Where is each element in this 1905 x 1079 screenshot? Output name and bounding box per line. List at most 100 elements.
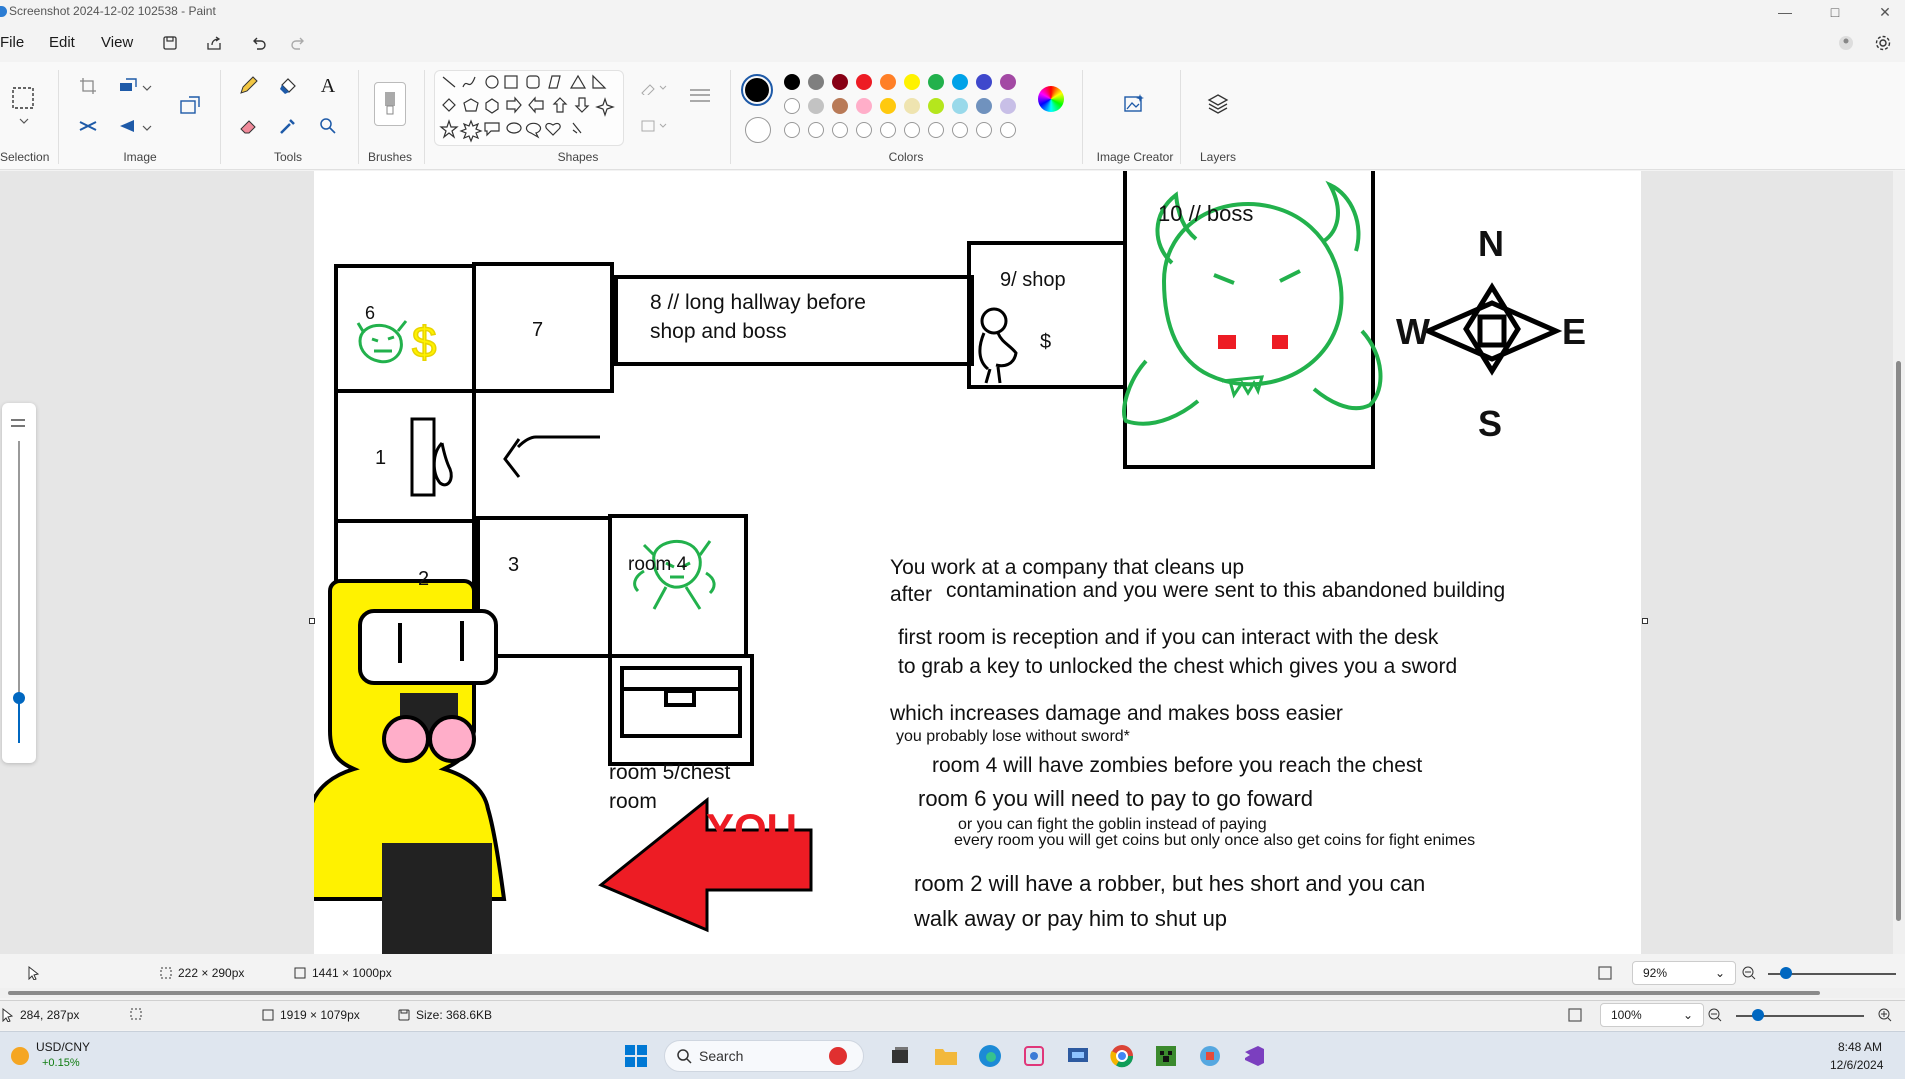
weather-widget[interactable]: USD/CNY +0.15% [6, 1038, 126, 1074]
close-icon[interactable]: ✕ [1870, 2, 1900, 22]
color-swatch[interactable] [952, 98, 968, 114]
color-swatch[interactable] [952, 74, 968, 90]
inner-zoom-select[interactable]: 92% ⌄ [1632, 961, 1736, 985]
magnifier-icon[interactable] [314, 112, 342, 140]
fill-bucket-icon[interactable] [274, 72, 302, 100]
fit-to-window-icon[interactable] [1568, 1008, 1582, 1022]
visual-studio-icon[interactable] [1240, 1042, 1268, 1070]
menu-edit[interactable]: Edit [49, 34, 75, 51]
vertical-scrollbar[interactable] [1893, 171, 1905, 954]
group-label-layers: Layers [1199, 150, 1237, 164]
share-icon[interactable] [201, 31, 227, 55]
scrollbar-thumb[interactable] [1896, 361, 1901, 921]
color-swatch[interactable] [976, 74, 992, 90]
crop-icon[interactable] [74, 72, 102, 100]
color-swatch[interactable] [976, 98, 992, 114]
snipping-tool-icon[interactable] [1020, 1042, 1048, 1070]
inner-zoom-out-icon[interactable] [1742, 966, 1756, 980]
minimize-icon[interactable]: — [1770, 2, 1800, 22]
minecraft-icon[interactable] [1152, 1042, 1180, 1070]
color-swatch[interactable] [832, 98, 848, 114]
edit-colors-icon[interactable] [1038, 86, 1064, 112]
shapes-gallery[interactable] [434, 70, 624, 146]
story-line-12: walk away or pay him to shut up [914, 906, 1228, 931]
menu-view[interactable]: View [101, 34, 133, 51]
zoom-select[interactable]: 100% ⌄ [1600, 1003, 1704, 1027]
menu-file[interactable]: File [0, 34, 24, 51]
line-size-icon[interactable] [686, 82, 714, 110]
color-swatch[interactable] [928, 98, 944, 114]
custom-color-slot[interactable] [952, 122, 968, 138]
account-icon[interactable] [1833, 31, 1859, 55]
story-line-8: room 6 you will need to pay to go foward [918, 786, 1314, 811]
color-swatch[interactable] [1000, 98, 1016, 114]
color-swatch[interactable] [832, 74, 848, 90]
custom-color-slot[interactable] [856, 122, 872, 138]
task-view-icon[interactable] [886, 1042, 914, 1070]
custom-color-slot[interactable] [832, 122, 848, 138]
color-swatch[interactable] [784, 98, 800, 114]
drawing-canvas[interactable]: $ 6 7 8 // long hallway before shop and … [314, 171, 1641, 954]
brush-icon[interactable] [374, 82, 406, 126]
layers-icon[interactable] [1204, 90, 1232, 118]
color-swatch[interactable] [1000, 74, 1016, 90]
color-swatch[interactable] [928, 74, 944, 90]
edge-browser-icon[interactable] [976, 1042, 1004, 1070]
flip-icon[interactable] [114, 112, 142, 140]
custom-color-slot[interactable] [1000, 122, 1016, 138]
zoom-in-icon[interactable] [1878, 1008, 1892, 1022]
color-swatch[interactable] [808, 98, 824, 114]
pencil-icon[interactable] [234, 72, 262, 100]
custom-color-slot[interactable] [976, 122, 992, 138]
roblox-studio-icon[interactable] [1196, 1042, 1224, 1070]
remote-desktop-icon[interactable] [1064, 1042, 1092, 1070]
windows-start-icon[interactable] [622, 1042, 650, 1070]
image-rotate-icon[interactable] [176, 92, 204, 120]
resize-handle-left[interactable] [309, 618, 315, 624]
primary-color-swatch[interactable] [741, 74, 773, 106]
redo-icon[interactable] [285, 31, 311, 55]
custom-color-slot[interactable] [784, 122, 800, 138]
color-swatch[interactable] [904, 74, 920, 90]
resize-handle-right[interactable] [1642, 618, 1648, 624]
selection-dropdown-icon[interactable] [10, 112, 38, 130]
undo-icon[interactable] [246, 31, 272, 55]
color-swatch[interactable] [856, 74, 872, 90]
inner-zoom-knob[interactable] [1780, 967, 1792, 979]
resize-icon[interactable] [114, 72, 142, 100]
inner-fit-to-window-icon[interactable] [1598, 966, 1612, 980]
eraser-icon[interactable] [234, 112, 262, 140]
resize-dropdown-icon[interactable] [140, 74, 154, 102]
outer-zoom-slider[interactable] [2, 403, 36, 763]
color-swatch[interactable] [904, 98, 920, 114]
maximize-icon[interactable]: □ [1820, 2, 1850, 22]
color-picker-icon[interactable] [274, 112, 302, 140]
room-9-label: 9/ shop [1000, 269, 1066, 291]
color-swatch[interactable] [880, 74, 896, 90]
color-swatch[interactable] [856, 98, 872, 114]
custom-color-slot[interactable] [808, 122, 824, 138]
file-explorer-icon[interactable] [932, 1042, 960, 1070]
color-swatch[interactable] [880, 98, 896, 114]
taskbar-search[interactable]: Search [664, 1040, 864, 1072]
image-creator-icon[interactable] [1120, 90, 1148, 118]
color-swatch[interactable] [808, 74, 824, 90]
custom-color-slot[interactable] [928, 122, 944, 138]
horizontal-scrollbar[interactable] [0, 988, 1905, 998]
flip-dropdown-icon[interactable] [140, 114, 154, 142]
text-tool-icon[interactable]: A [314, 72, 342, 100]
color-swatch[interactable] [784, 74, 800, 90]
select-rectangle-icon[interactable] [8, 82, 38, 114]
zoom-knob[interactable] [1752, 1009, 1764, 1021]
shape-outline-icon[interactable] [634, 74, 674, 102]
shape-fill-icon[interactable] [634, 112, 674, 140]
save-icon[interactable] [157, 31, 183, 55]
settings-gear-icon[interactable] [1870, 31, 1896, 55]
zoom-out-icon[interactable] [1708, 1008, 1722, 1022]
secondary-color-swatch[interactable] [745, 117, 771, 143]
custom-color-slot[interactable] [904, 122, 920, 138]
custom-color-slot[interactable] [880, 122, 896, 138]
remove-background-icon[interactable] [74, 112, 102, 140]
chrome-browser-icon[interactable] [1108, 1042, 1136, 1070]
slider-knob[interactable] [13, 692, 25, 704]
